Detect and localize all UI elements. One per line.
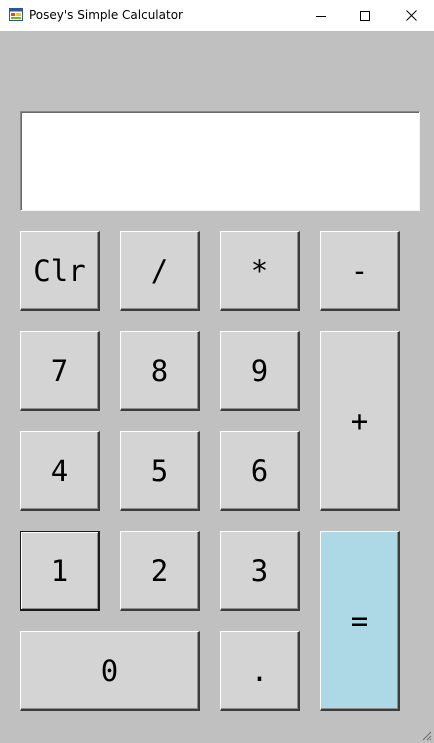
add-button[interactable]: + [320, 331, 400, 511]
multiply-button[interactable]: * [220, 231, 300, 311]
digit-1-button[interactable]: 1 [20, 531, 100, 611]
digit-0-button[interactable]: 0 [20, 631, 200, 711]
resize-grip-icon[interactable] [420, 729, 432, 741]
close-icon [405, 10, 417, 21]
app-window-icon [9, 8, 23, 21]
subtract-button[interactable]: - [320, 231, 400, 311]
minimize-icon [316, 15, 326, 17]
digit-8-button[interactable]: 8 [120, 331, 200, 411]
close-button[interactable] [388, 0, 434, 31]
maximize-button[interactable] [342, 0, 388, 31]
window-title: Posey's Simple Calculator [29, 8, 183, 22]
digit-6-button[interactable]: 6 [220, 431, 300, 511]
digit-5-button[interactable]: 5 [120, 431, 200, 511]
title-bar[interactable]: Posey's Simple Calculator [0, 0, 434, 31]
decimal-button[interactable]: . [220, 631, 300, 711]
digit-4-button[interactable]: 4 [20, 431, 100, 511]
digit-7-button[interactable]: 7 [20, 331, 100, 411]
digit-2-button[interactable]: 2 [120, 531, 200, 611]
digit-9-button[interactable]: 9 [220, 331, 300, 411]
divide-button[interactable]: / [120, 231, 200, 311]
digit-3-button[interactable]: 3 [220, 531, 300, 611]
clear-button[interactable]: Clr [20, 231, 100, 311]
equals-button[interactable]: = [320, 531, 400, 711]
calculator-display[interactable] [20, 111, 420, 211]
maximize-icon [360, 10, 370, 21]
minimize-button[interactable] [298, 0, 344, 31]
